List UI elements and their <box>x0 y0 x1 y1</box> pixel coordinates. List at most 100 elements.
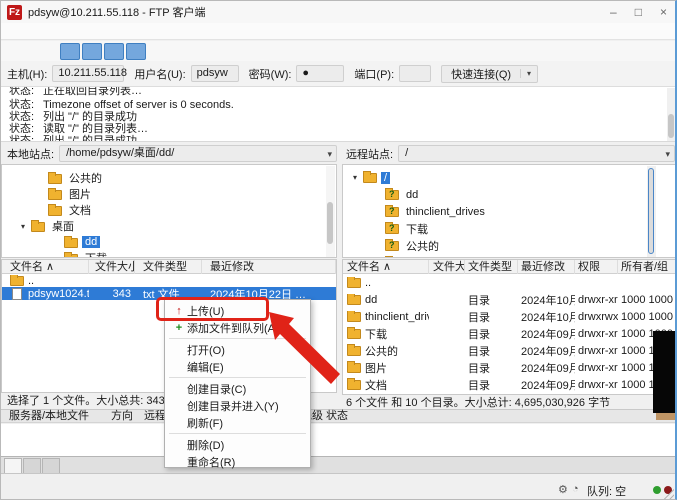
host-input[interactable]: 10.211.55.118 <box>52 65 124 82</box>
remote-tree-item[interactable]: ▾ / <box>343 169 677 186</box>
toggle-transfer-queue-button[interactable] <box>126 43 146 60</box>
disconnect-button[interactable] <box>224 43 244 60</box>
find-files-button[interactable] <box>344 43 364 60</box>
tab-queued-files[interactable] <box>4 458 22 473</box>
column-header-filename[interactable]: 文件名 ∧ <box>2 260 89 274</box>
log-scrollbar[interactable] <box>667 88 676 141</box>
menu-server[interactable] <box>70 30 86 32</box>
directory-compare-button[interactable] <box>300 43 320 60</box>
column-header-filesize[interactable]: 文件大小 <box>89 260 135 274</box>
quickconnect-dropdown-icon[interactable]: ▾ <box>520 69 537 78</box>
process-queue-button[interactable] <box>180 43 200 60</box>
local-tree-item[interactable]: 图片 <box>2 186 336 202</box>
reconnect-button[interactable] <box>246 43 266 60</box>
column-header-filetype[interactable]: 文件类型 <box>465 260 518 274</box>
thinclient_drives[interactable]: thinclient_drives 目录 2024年10月1... drwxrw… <box>343 308 677 325</box>
menu-item-label: 创建目录并进入(Y) <box>187 398 279 414</box>
quickconnect-button[interactable]: 快速连接(Q) ▾ <box>441 65 538 83</box>
queue-column-header[interactable]: 方向 <box>111 410 133 423</box>
menu-item-rename[interactable]: 重命名(R) <box>165 453 310 470</box>
local-tree-scrollbar[interactable] <box>326 166 335 258</box>
toggle-local-tree-button[interactable] <box>82 43 102 60</box>
queue-body <box>1 424 675 456</box>
cancel-button[interactable] <box>202 43 222 60</box>
menu-item-delete[interactable]: 删除(D) <box>165 436 310 453</box>
context-menu-item[interactable] <box>169 338 306 339</box>
host-label: 主机(H): <box>7 66 47 82</box>
local-tree-item[interactable]: 公共的 <box>2 170 336 186</box>
menu-transfer[interactable] <box>54 30 70 32</box>
local-site-combo[interactable]: /home/pdsyw/桌面/dd/ <box>59 145 337 162</box>
context-menu-item[interactable] <box>169 433 306 434</box>
log-line: 状态:Timezone offset of server is 0 second… <box>1 96 234 108</box>
queue-clock-icon[interactable]: ◔ <box>572 483 579 495</box>
sync-browsing-button[interactable] <box>322 43 342 60</box>
maximize-button[interactable]: □ <box>635 5 642 19</box>
queue-column-header[interactable]: 状态 <box>326 410 348 423</box>
column-header-owner[interactable]: 所有者/组 <box>618 260 677 274</box>
图片[interactable]: 图片 目录 2024年09月2... drwxr-xr-x 1000 1000 <box>343 359 677 376</box>
tab-failed-transfers[interactable] <box>23 458 41 473</box>
remote-tree-item[interactable]: dd <box>343 186 677 203</box>
menu-item-refresh[interactable]: 刷新(F) <box>165 414 310 431</box>
toggle-remote-tree-button[interactable] <box>104 43 124 60</box>
column-header-filename[interactable]: 文件名 ∧ <box>343 260 429 274</box>
menu-help[interactable] <box>102 30 118 32</box>
menu-item-create-directory[interactable]: 创建目录(C) <box>165 380 310 397</box>
local-tree-item[interactable]: ▾ 桌面 <box>2 218 336 234</box>
remote-tree-item[interactable]: thinclient_drives <box>343 203 677 220</box>
port-input[interactable] <box>399 65 431 82</box>
queue-column-header[interactable]: 服务器/本地文件 <box>9 410 89 423</box>
file-icon <box>347 346 361 356</box>
local-tree-item[interactable]: dd <box>2 234 336 250</box>
toggle-message-log-button[interactable] <box>60 43 80 60</box>
tree-expander-icon[interactable]: ▾ <box>347 173 363 182</box>
filter-button[interactable] <box>278 43 298 60</box>
local-tree-item[interactable]: 文档 <box>2 202 336 218</box>
remote-file-list: 文件名 ∧ 文件大小 文件类型 最近修改 权限 所有者/组 .. dd 目录 <box>342 259 677 395</box>
local-tree-item[interactable]: 下载 <box>2 250 336 258</box>
文档[interactable]: 文档 目录 2024年09月2... drwxr-xr-x 1000 1000 <box>343 376 677 393</box>
menu-view[interactable] <box>38 30 54 32</box>
menu-bookmarks[interactable] <box>86 30 102 32</box>
column-header-filesize[interactable]: 文件大小 <box>429 260 465 274</box>
username-input[interactable]: pdsyw <box>191 65 239 82</box>
remote-site-combo[interactable]: / <box>398 145 675 162</box>
tree-item-label: thinclient_drives <box>403 206 488 218</box>
settings-gear-icon[interactable]: ⚙ <box>558 483 568 496</box>
file-permissions: drwxr-xr-x <box>575 379 618 391</box>
tree-expander-icon[interactable]: ▾ <box>15 222 31 231</box>
remote-tree-item[interactable]: 下载 <box>343 220 677 237</box>
column-header-modified[interactable]: 最近修改 <box>518 260 575 274</box>
minimize-button[interactable]: – <box>610 5 617 19</box>
remote-tree-item[interactable]: 图片 <box>343 254 677 258</box>
column-header-permissions[interactable]: 权限 <box>575 260 618 274</box>
refresh-button[interactable] <box>158 43 178 60</box>
site-manager-dropdown-icon[interactable] <box>28 43 48 60</box>
remote-tree-item[interactable]: 公共的 <box>343 237 677 254</box>
file-name: .. <box>365 277 371 289</box>
port-label: 端口(P): <box>354 66 394 82</box>
menu-item-add-to-queue[interactable]: + 添加文件到队列(A) <box>165 319 310 336</box>
column-header-filetype[interactable]: 文件类型 <box>135 260 202 274</box>
menu-item-edit[interactable]: 编辑(E) <box>165 358 310 375</box>
file-name: 下载 <box>365 326 387 342</box>
..[interactable]: .. <box>343 274 677 291</box>
remote-tree-scrollbar[interactable] <box>647 166 656 258</box>
close-button[interactable]: × <box>660 5 667 19</box>
menu-edit[interactable] <box>22 30 38 32</box>
tree-item-label: 公共的 <box>403 238 442 254</box>
公共的[interactable]: 公共的 目录 2024年09月2... drwxr-xr-x 1000 1000 <box>343 342 677 359</box>
file-owner: 1000 1000 <box>618 311 677 323</box>
password-input[interactable]: ● <box>296 65 344 82</box>
site-manager-button[interactable] <box>6 43 26 60</box>
context-menu-item[interactable] <box>169 377 306 378</box>
menu-item-open[interactable]: 打开(O) <box>165 341 310 358</box>
dd[interactable]: dd 目录 2024年10月2... drwxr-xr-x 1000 1000 <box>343 291 677 308</box>
column-header-modified[interactable]: 最近修改 <box>202 260 336 274</box>
menu-item-create-directory-enter[interactable]: 创建目录并进入(Y) <box>165 397 310 414</box>
tab-successful-transfers[interactable] <box>42 458 60 473</box>
window-title: pdsyw@10.211.55.118 - FTP 客户端 <box>28 4 205 20</box>
menu-file[interactable] <box>6 30 22 32</box>
下载[interactable]: 下载 目录 2024年09月2... drwxr-xr-x 1000 1000 <box>343 325 677 342</box>
